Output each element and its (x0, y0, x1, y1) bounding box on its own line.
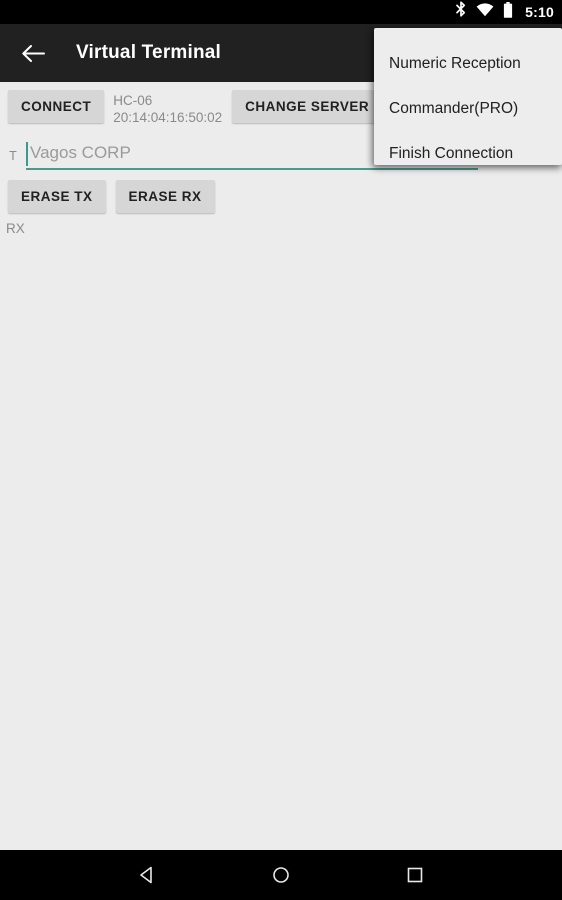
menu-item-numeric-reception[interactable]: Numeric Reception (374, 41, 562, 86)
status-bar: 5:10 (0, 0, 562, 24)
nav-home-icon[interactable] (258, 852, 304, 898)
menu-item-commander-pro[interactable]: Commander(PRO) (374, 86, 562, 131)
device-info: HC-06 20:14:04:16:50:02 (113, 92, 222, 126)
android-nav-bar (0, 850, 562, 900)
wifi-icon (476, 2, 494, 22)
connect-button[interactable]: CONNECT (8, 90, 105, 123)
status-time: 5:10 (525, 4, 554, 20)
text-cursor (26, 142, 28, 166)
erase-buttons-row: ERASE TX ERASE RX (8, 180, 215, 213)
rx-label: RX (6, 221, 25, 236)
device-name: HC-06 (113, 93, 153, 108)
back-arrow-icon[interactable] (16, 36, 50, 70)
bluetooth-icon (455, 1, 467, 23)
main-content: CONNECT HC-06 20:14:04:16:50:02 CHANGE S… (0, 82, 562, 850)
change-server-button[interactable]: CHANGE SERVER (232, 90, 383, 123)
status-icons: 5:10 (455, 1, 554, 23)
nav-back-icon[interactable] (124, 852, 170, 898)
erase-rx-button[interactable]: ERASE RX (115, 180, 215, 213)
tx-label: T (9, 149, 17, 163)
page-title: Virtual Terminal (76, 42, 222, 63)
nav-recents-icon[interactable] (392, 852, 438, 898)
device-address: 20:14:04:16:50:02 (113, 110, 223, 125)
menu-item-finish-connection[interactable]: Finish Connection (374, 131, 562, 176)
battery-icon (503, 1, 513, 23)
overflow-menu: Numeric Reception Commander(PRO) Finish … (374, 28, 562, 165)
erase-tx-button[interactable]: ERASE TX (8, 180, 106, 213)
